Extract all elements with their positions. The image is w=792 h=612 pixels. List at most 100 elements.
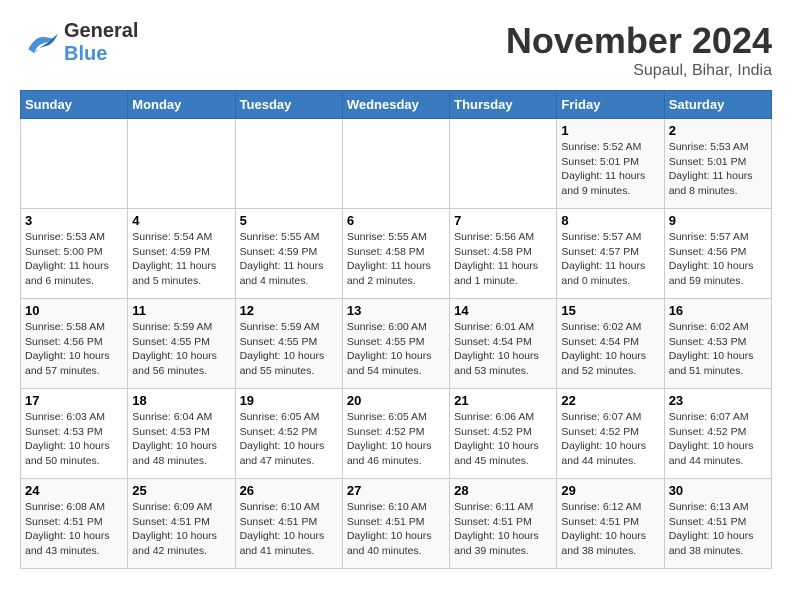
day-info: Sunrise: 6:07 AM Sunset: 4:52 PM Dayligh…: [561, 410, 659, 469]
title-block: November 2024 Supaul, Bihar, India: [506, 20, 772, 80]
day-info: Sunrise: 5:53 AM Sunset: 5:01 PM Dayligh…: [669, 140, 767, 199]
page-header: General Blue November 2024 Supaul, Bihar…: [20, 20, 772, 80]
day-number: 21: [454, 393, 552, 408]
weekday-header-friday: Friday: [557, 91, 664, 119]
weekday-header-wednesday: Wednesday: [342, 91, 449, 119]
day-info: Sunrise: 6:02 AM Sunset: 4:54 PM Dayligh…: [561, 320, 659, 379]
day-number: 3: [25, 213, 123, 228]
day-info: Sunrise: 5:59 AM Sunset: 4:55 PM Dayligh…: [132, 320, 230, 379]
calendar-cell: 7 Sunrise: 5:56 AM Sunset: 4:58 PM Daylig…: [450, 209, 557, 299]
calendar-cell: 8Sunrise: 5:57 AM Sunset: 4:57 PM Daylig…: [557, 209, 664, 299]
calendar-cell: 2 Sunrise: 5:53 AM Sunset: 5:01 PM Daylig…: [664, 119, 771, 209]
day-number: 10: [25, 303, 123, 318]
day-number: 13: [347, 303, 445, 318]
day-number: 7: [454, 213, 552, 228]
day-info: Sunrise: 5:56 AM Sunset: 4:58 PM Dayligh…: [454, 230, 552, 289]
day-number: 12: [240, 303, 338, 318]
calendar-cell: 21 Sunrise: 6:06 AM Sunset: 4:52 PM Dayli…: [450, 389, 557, 479]
day-info: Sunrise: 6:10 AM Sunset: 4:51 PM Dayligh…: [240, 500, 338, 559]
day-info: Sunrise: 6:04 AM Sunset: 4:53 PM Dayligh…: [132, 410, 230, 469]
calendar-cell: 23Sunrise: 6:07 AM Sunset: 4:52 PM Dayli…: [664, 389, 771, 479]
day-info: Sunrise: 6:09 AM Sunset: 4:51 PM Dayligh…: [132, 500, 230, 559]
day-number: 24: [25, 483, 123, 498]
weekday-header-saturday: Saturday: [664, 91, 771, 119]
calendar-cell: 14Sunrise: 6:01 AM Sunset: 4:54 PM Dayli…: [450, 299, 557, 389]
day-number: 16: [669, 303, 767, 318]
calendar-cell: 5Sunrise: 5:55 AM Sunset: 4:59 PM Daylig…: [235, 209, 342, 299]
week-row-4: 17 Sunrise: 6:03 AM Sunset: 4:53 PM Dayli…: [21, 389, 772, 479]
day-info: Sunrise: 6:02 AM Sunset: 4:53 PM Dayligh…: [669, 320, 767, 379]
logo-text: General Blue: [64, 20, 138, 66]
day-number: 20: [347, 393, 445, 408]
day-number: 17: [25, 393, 123, 408]
calendar-cell: 30 Sunrise: 6:13 AM Sunset: 4:51 PM Dayli…: [664, 479, 771, 569]
day-info: Sunrise: 5:59 AM Sunset: 4:55 PM Dayligh…: [240, 320, 338, 379]
calendar-cell: 6 Sunrise: 5:55 AM Sunset: 4:58 PM Daylig…: [342, 209, 449, 299]
calendar-cell: 12 Sunrise: 5:59 AM Sunset: 4:55 PM Dayli…: [235, 299, 342, 389]
day-number: 25: [132, 483, 230, 498]
day-info: Sunrise: 5:52 AM Sunset: 5:01 PM Dayligh…: [561, 140, 659, 199]
day-number: 19: [240, 393, 338, 408]
day-number: 26: [240, 483, 338, 498]
week-row-1: 1 Sunrise: 5:52 AM Sunset: 5:01 PM Daylig…: [21, 119, 772, 209]
calendar-cell: 4 Sunrise: 5:54 AM Sunset: 4:59 PM Daylig…: [128, 209, 235, 299]
calendar-cell: 28Sunrise: 6:11 AM Sunset: 4:51 PM Dayli…: [450, 479, 557, 569]
calendar-cell: 1 Sunrise: 5:52 AM Sunset: 5:01 PM Daylig…: [557, 119, 664, 209]
day-number: 23: [669, 393, 767, 408]
calendar-cell: 25 Sunrise: 6:09 AM Sunset: 4:51 PM Dayli…: [128, 479, 235, 569]
day-info: Sunrise: 5:55 AM Sunset: 4:58 PM Dayligh…: [347, 230, 445, 289]
day-info: Sunrise: 6:10 AM Sunset: 4:51 PM Dayligh…: [347, 500, 445, 559]
calendar-cell: 22 Sunrise: 6:07 AM Sunset: 4:52 PM Dayli…: [557, 389, 664, 479]
calendar-cell: 3Sunrise: 5:53 AM Sunset: 5:00 PM Daylig…: [21, 209, 128, 299]
calendar-cell: 9Sunrise: 5:57 AM Sunset: 4:56 PM Daylig…: [664, 209, 771, 299]
day-number: 30: [669, 483, 767, 498]
day-number: 27: [347, 483, 445, 498]
calendar-cell: 16 Sunrise: 6:02 AM Sunset: 4:53 PM Dayli…: [664, 299, 771, 389]
calendar-cell: [450, 119, 557, 209]
calendar-cell: 19 Sunrise: 6:05 AM Sunset: 4:52 PM Dayli…: [235, 389, 342, 479]
calendar-cell: [235, 119, 342, 209]
day-info: Sunrise: 6:03 AM Sunset: 4:53 PM Dayligh…: [25, 410, 123, 469]
location-subtitle: Supaul, Bihar, India: [506, 62, 772, 80]
logo-icon: [20, 26, 60, 61]
day-info: Sunrise: 6:06 AM Sunset: 4:52 PM Dayligh…: [454, 410, 552, 469]
day-number: 4: [132, 213, 230, 228]
day-number: 18: [132, 393, 230, 408]
calendar-cell: 29Sunrise: 6:12 AM Sunset: 4:51 PM Dayli…: [557, 479, 664, 569]
calendar-cell: 20 Sunrise: 6:05 AM Sunset: 4:52 PM Dayli…: [342, 389, 449, 479]
month-title: November 2024: [506, 20, 772, 62]
weekday-header-thursday: Thursday: [450, 91, 557, 119]
day-number: 1: [561, 123, 659, 138]
calendar-cell: [21, 119, 128, 209]
day-number: 8: [561, 213, 659, 228]
day-number: 15: [561, 303, 659, 318]
day-number: 11: [132, 303, 230, 318]
day-number: 6: [347, 213, 445, 228]
day-info: Sunrise: 6:01 AM Sunset: 4:54 PM Dayligh…: [454, 320, 552, 379]
calendar-cell: 24 Sunrise: 6:08 AM Sunset: 4:51 PM Dayli…: [21, 479, 128, 569]
calendar-table: SundayMondayTuesdayWednesdayThursdayFrid…: [20, 90, 772, 569]
calendar-cell: 11 Sunrise: 5:59 AM Sunset: 4:55 PM Dayli…: [128, 299, 235, 389]
week-row-5: 24 Sunrise: 6:08 AM Sunset: 4:51 PM Dayli…: [21, 479, 772, 569]
day-number: 9: [669, 213, 767, 228]
calendar-cell: [342, 119, 449, 209]
week-row-3: 10 Sunrise: 5:58 AM Sunset: 4:56 PM Dayli…: [21, 299, 772, 389]
day-number: 29: [561, 483, 659, 498]
calendar-cell: 27 Sunrise: 6:10 AM Sunset: 4:51 PM Dayli…: [342, 479, 449, 569]
day-info: Sunrise: 5:54 AM Sunset: 4:59 PM Dayligh…: [132, 230, 230, 289]
calendar-cell: 17 Sunrise: 6:03 AM Sunset: 4:53 PM Dayli…: [21, 389, 128, 479]
day-info: Sunrise: 6:05 AM Sunset: 4:52 PM Dayligh…: [240, 410, 338, 469]
day-info: Sunrise: 6:13 AM Sunset: 4:51 PM Dayligh…: [669, 500, 767, 559]
day-info: Sunrise: 6:05 AM Sunset: 4:52 PM Dayligh…: [347, 410, 445, 469]
day-info: Sunrise: 6:08 AM Sunset: 4:51 PM Dayligh…: [25, 500, 123, 559]
calendar-cell: 26 Sunrise: 6:10 AM Sunset: 4:51 PM Dayli…: [235, 479, 342, 569]
calendar-cell: 15 Sunrise: 6:02 AM Sunset: 4:54 PM Dayli…: [557, 299, 664, 389]
day-number: 28: [454, 483, 552, 498]
logo: General Blue: [20, 20, 138, 66]
day-info: Sunrise: 5:55 AM Sunset: 4:59 PM Dayligh…: [240, 230, 338, 289]
day-number: 22: [561, 393, 659, 408]
day-number: 2: [669, 123, 767, 138]
day-info: Sunrise: 5:58 AM Sunset: 4:56 PM Dayligh…: [25, 320, 123, 379]
calendar-cell: 18 Sunrise: 6:04 AM Sunset: 4:53 PM Dayli…: [128, 389, 235, 479]
calendar-cell: 10 Sunrise: 5:58 AM Sunset: 4:56 PM Dayli…: [21, 299, 128, 389]
